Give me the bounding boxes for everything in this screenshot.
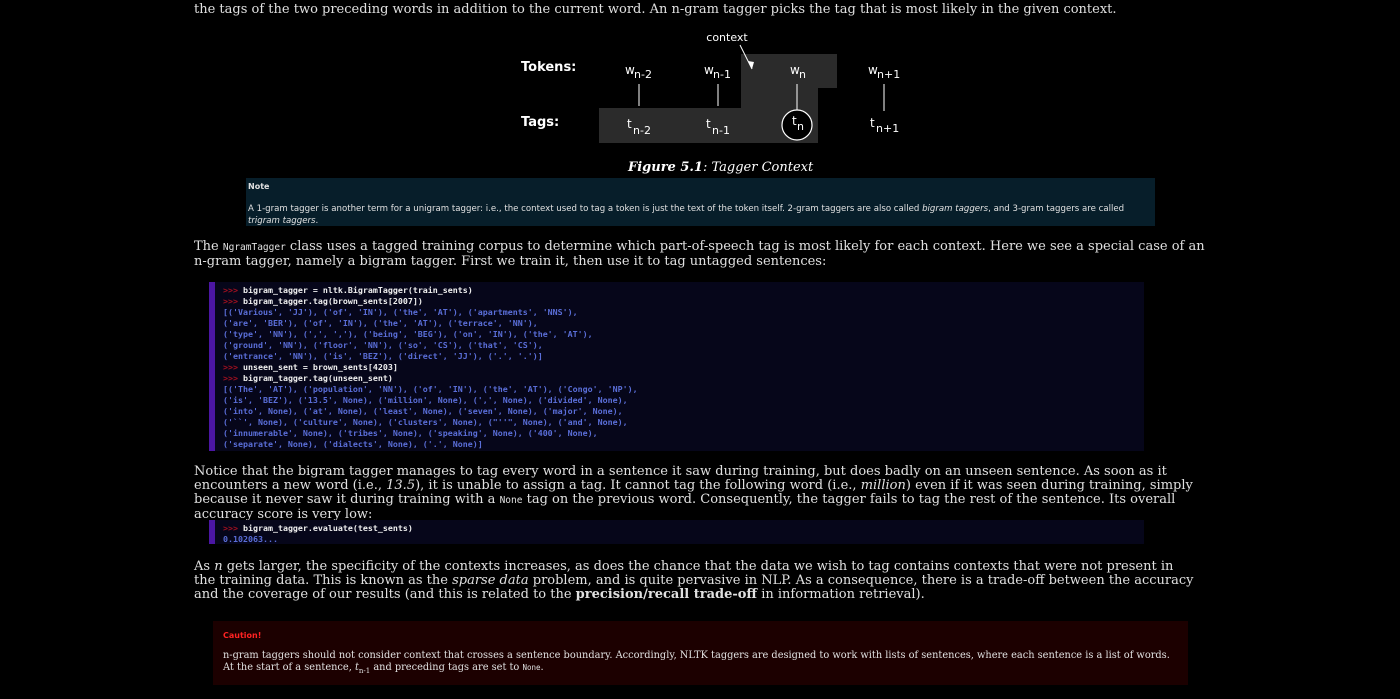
code-output: ('``', None), ('culture', None), ('clust…: [223, 417, 628, 427]
tag-tn-circle: t n: [781, 109, 813, 141]
paragraph-sparse-data: As n gets larger, the specificity of the…: [194, 559, 1194, 602]
figure-caption: Figure 5.1: Tagger Context: [628, 160, 813, 175]
tagger-context-figure: context w n-2 w n-1 w n w n+1 t n-2 t n-…: [480, 28, 940, 154]
precision-recall-link: precision/recall trade-off: [575, 587, 758, 602]
note-text: A 1-gram tagger is another term for a un…: [248, 204, 1125, 226]
code-output-line: ('is', 'BEZ'), ('13.5', None), ('million…: [223, 395, 1144, 406]
token-wn+1: w n+1: [868, 63, 900, 111]
svg-text:n-2: n-2: [633, 124, 651, 137]
code-output: ('innumerable', None), ('tribes', None),…: [223, 428, 598, 438]
code-output-line: ('type', 'NN'), (',', ','), ('being', 'B…: [223, 329, 1144, 340]
code-command: bigram_tagger.evaluate(test_sents): [242, 523, 413, 533]
token-wn-2: w n-2: [625, 63, 652, 106]
caution-title: Caution!: [223, 631, 262, 640]
code-prompt: >>>: [223, 373, 243, 383]
code-block-evaluate: >>> bigram_tagger.evaluate(test_sents) 0.…: [209, 520, 1144, 544]
svg-text:n-2: n-2: [634, 68, 652, 81]
code-output: [('Various', 'JJ'), ('of', 'IN'), ('the'…: [223, 307, 578, 317]
paragraph-ngramtagger: The NgramTagger class uses a tagged trai…: [194, 239, 1205, 269]
svg-text:t: t: [627, 117, 632, 131]
code-output-line: ('ground', 'NN'), ('floor', 'NN'), ('so'…: [223, 340, 1144, 351]
svg-text:n-1: n-1: [713, 68, 731, 81]
code-output: ('ground', 'NN'), ('floor', 'NN'), ('so'…: [223, 340, 543, 350]
intro-text: the tags of the two preceding words in a…: [194, 2, 1117, 17]
tags-label: Tags:: [521, 115, 560, 130]
code-output: 0.102063...: [223, 534, 278, 544]
svg-text:n+1: n+1: [877, 68, 900, 81]
svg-text:n: n: [799, 68, 806, 81]
caution-text: n-gram taggers should not consider conte…: [223, 650, 1170, 675]
code-prompt: >>>: [223, 296, 243, 306]
code-output: ('separate', None), ('dialects', None), …: [223, 439, 483, 449]
code-output-line: [('The', 'AT'), ('population', 'NN'), ('…: [223, 384, 1144, 395]
code-command: bigram_tagger.tag(brown_sents[2007]): [242, 296, 423, 306]
svg-text:n: n: [797, 120, 804, 133]
code-output: ('are', 'BER'), ('of', 'IN'), ('the', 'A…: [223, 318, 538, 328]
code-output: ('into', None), ('at', None), ('least', …: [223, 406, 623, 416]
code-input-line: >>> bigram_tagger.tag(unseen_sent): [223, 373, 1144, 384]
code-input-line: >>> unseen_sent = brown_sents[4203]: [223, 362, 1144, 373]
code-output-line: 0.102063...: [223, 534, 1144, 545]
code-output-line: ('into', None), ('at', None), ('least', …: [223, 406, 1144, 417]
code-prompt: >>>: [223, 285, 243, 295]
code-command: unseen_sent = brown_sents[4203]: [242, 362, 398, 372]
paragraph-unseen-sentence: Notice that the bigram tagger manages to…: [194, 464, 1193, 522]
svg-text:n-1: n-1: [712, 124, 730, 137]
token-wn-1: w n-1: [704, 63, 731, 106]
tag-tn+1: t n+1: [870, 116, 899, 135]
code-output-line: ('``', None), ('culture', None), ('clust…: [223, 417, 1144, 428]
code-output: ('is', 'BEZ'), ('13.5', None), ('million…: [223, 395, 628, 405]
tokens-label: Tokens:: [521, 60, 577, 75]
code-block-bigram-tagger: >>> bigram_tagger = nltk.BigramTagger(tr…: [209, 282, 1144, 451]
tagger-context-diagram: context w n-2 w n-1 w n w n+1 t n-2 t n-…: [599, 31, 900, 143]
svg-text:t: t: [870, 116, 875, 130]
code-input-line: >>> bigram_tagger = nltk.BigramTagger(tr…: [223, 285, 1144, 296]
code-output: ('entrance', 'NN'), ('is', 'BEZ'), ('dir…: [223, 351, 543, 361]
code-input-line: >>> bigram_tagger.tag(brown_sents[2007]): [223, 296, 1144, 307]
code-command: bigram_tagger.tag(unseen_sent): [242, 373, 393, 383]
figure-caption-title: : Tagger Context: [702, 160, 814, 175]
inline-code: NgramTagger: [222, 242, 286, 253]
code-input-line: >>> bigram_tagger.evaluate(test_sents): [223, 523, 1144, 534]
note-title: Note: [248, 182, 270, 191]
svg-text:t: t: [706, 117, 711, 131]
code-prompt: >>>: [223, 362, 243, 372]
context-label: context: [706, 31, 748, 44]
figure-caption-number: Figure 5.1: [628, 160, 703, 175]
svg-text:n+1: n+1: [876, 122, 899, 135]
code-output-line: ('are', 'BER'), ('of', 'IN'), ('the', 'A…: [223, 318, 1144, 329]
code-output-line: ('separate', None), ('dialects', None), …: [223, 439, 1144, 450]
code-output-line: ('innumerable', None), ('tribes', None),…: [223, 428, 1144, 439]
code-output: ('type', 'NN'), (',', ','), ('being', 'B…: [223, 329, 593, 339]
code-output: [('The', 'AT'), ('population', 'NN'), ('…: [223, 384, 638, 394]
note-box: Note A 1-gram tagger is another term for…: [246, 178, 1155, 226]
code-output-line: ('entrance', 'NN'), ('is', 'BEZ'), ('dir…: [223, 351, 1144, 362]
code-command: bigram_tagger = nltk.BigramTagger(train_…: [242, 285, 473, 295]
caution-box: Caution! n-gram taggers should not consi…: [213, 621, 1188, 685]
code-prompt: >>>: [223, 523, 243, 533]
code-output-line: [('Various', 'JJ'), ('of', 'IN'), ('the'…: [223, 307, 1144, 318]
